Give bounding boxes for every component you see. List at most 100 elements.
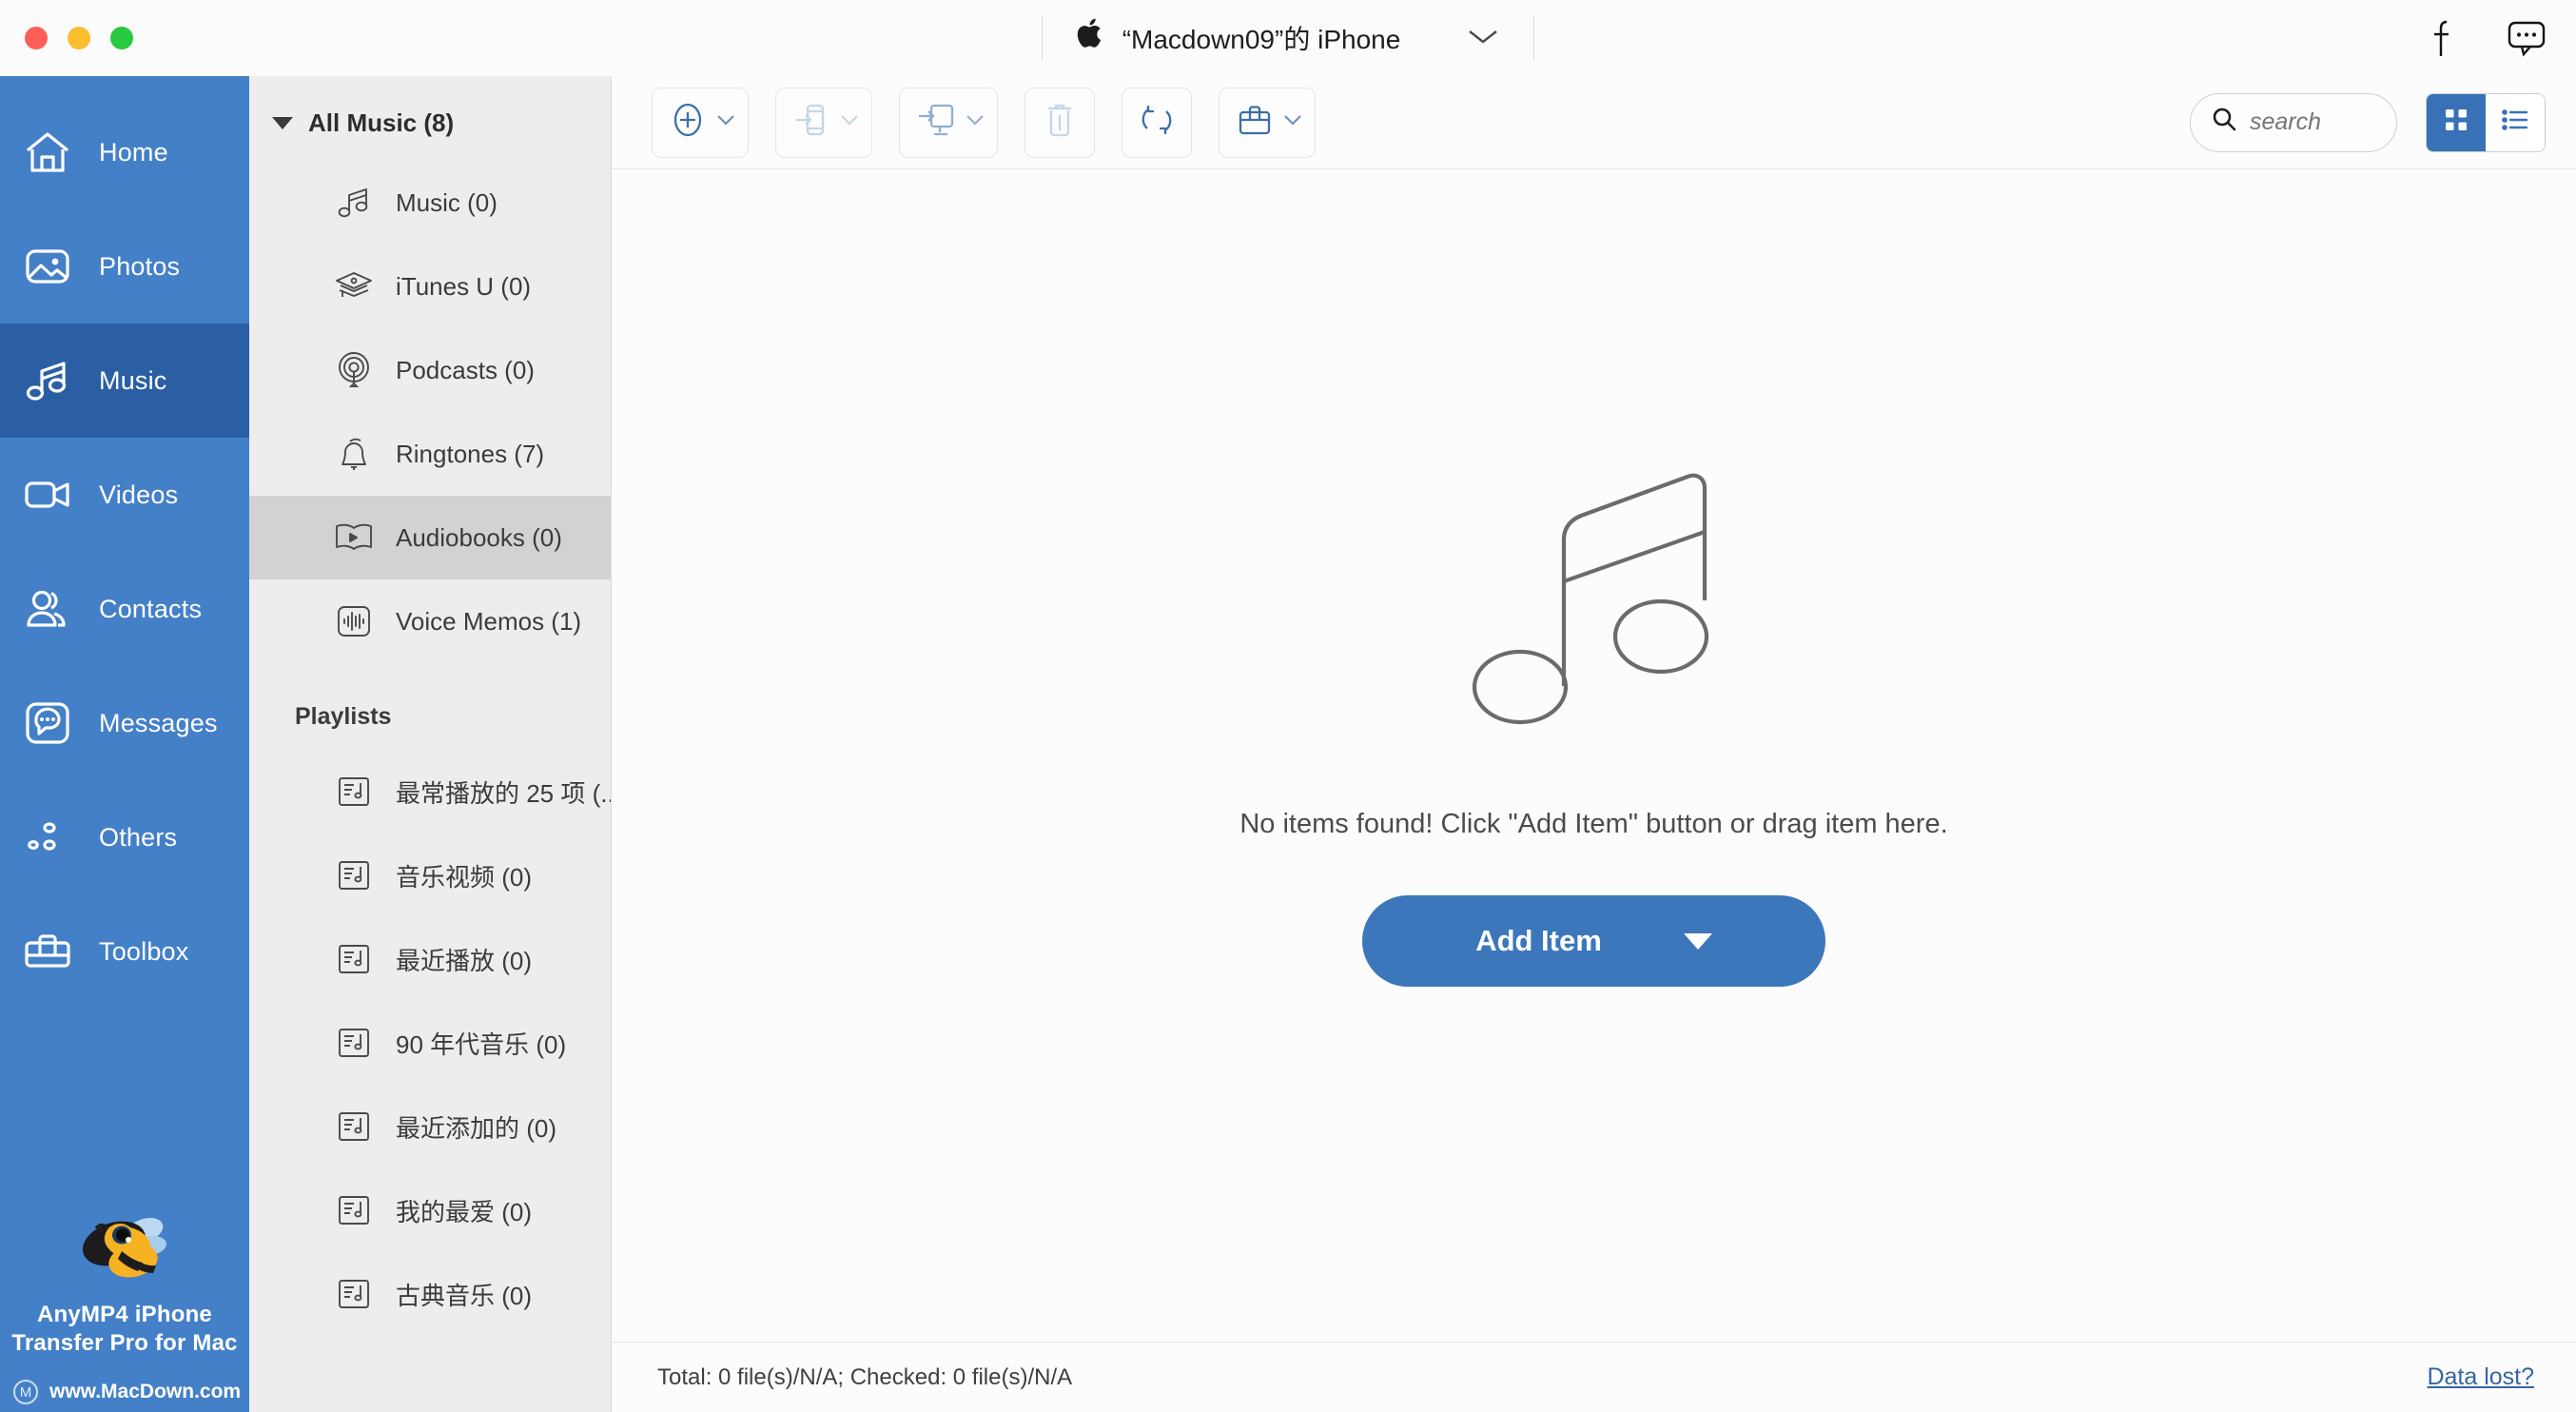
- brand-block: AnyMP4 iPhone Transfer Pro for Mac: [0, 1206, 249, 1359]
- bee-logo: [72, 1206, 177, 1293]
- playlist-icon: [333, 1189, 375, 1231]
- sidebar-item-messages[interactable]: Messages: [0, 666, 249, 780]
- waveform-icon: [333, 600, 375, 642]
- podcast-icon: [333, 349, 375, 391]
- bell-icon: [333, 433, 375, 475]
- list-item[interactable]: 最近播放 (0): [249, 917, 611, 1001]
- list-item[interactable]: 90 年代音乐 (0): [249, 1001, 611, 1085]
- category-item-audiobooks[interactable]: Audiobooks (0): [249, 496, 611, 579]
- list-item[interactable]: 古典音乐 (0): [249, 1252, 611, 1336]
- data-lost-link[interactable]: Data lost?: [2427, 1363, 2534, 1391]
- sidebar-item-label: Others: [99, 822, 178, 852]
- playlist-icon: [333, 938, 375, 980]
- category-item-podcasts[interactable]: Podcasts (0): [249, 328, 611, 412]
- sidebar-item-home[interactable]: Home: [0, 95, 249, 209]
- add-item-label: Add Item: [1475, 924, 1602, 957]
- facebook-icon[interactable]: [2422, 17, 2464, 59]
- delete-toolbar-button[interactable]: [1025, 87, 1095, 158]
- category-panel: All Music (8) Music (0) iTunes U (0) Pod…: [249, 76, 612, 1412]
- chevron-down-icon[interactable]: [839, 112, 860, 132]
- list-view-icon: [2500, 106, 2530, 139]
- sidebar-item-music[interactable]: Music: [0, 324, 249, 438]
- category-label: Audiobooks (0): [396, 522, 562, 552]
- playlist-label: 90 年代音乐 (0): [396, 1030, 567, 1059]
- refresh-toolbar-button[interactable]: [1122, 87, 1192, 158]
- playlist-icon: [333, 1273, 375, 1315]
- sidebar-item-others[interactable]: Others: [0, 780, 249, 894]
- plus-circle-icon: [666, 98, 710, 147]
- feedback-icon[interactable]: [2506, 17, 2547, 59]
- title-bar-actions: [2422, 0, 2547, 76]
- export-to-device-toolbar-button[interactable]: [775, 87, 872, 158]
- chevron-down-icon[interactable]: [1282, 112, 1303, 132]
- add-item-toolbar-button[interactable]: [652, 87, 749, 158]
- photos-icon: [21, 240, 74, 293]
- all-music-header[interactable]: All Music (8): [249, 76, 611, 161]
- brand-name: AnyMP4 iPhone Transfer Pro for Mac: [11, 1301, 237, 1359]
- window-body: Home Photos Music Videos Contacts Messag…: [0, 76, 2576, 1412]
- chevron-down-icon[interactable]: [965, 112, 986, 132]
- sidebar-item-photos[interactable]: Photos: [0, 209, 249, 324]
- device-selector[interactable]: “Macdown09”的 iPhone: [1043, 16, 1534, 60]
- triangle-down-icon[interactable]: [1683, 932, 1712, 950]
- video-camera-icon: [21, 468, 74, 521]
- caret-down-icon[interactable]: [272, 117, 293, 129]
- search-box[interactable]: [2190, 92, 2397, 152]
- grid-view-icon: [2442, 106, 2470, 139]
- playlist-label: 音乐视频 (0): [396, 862, 533, 892]
- sidebar-item-contacts[interactable]: Contacts: [0, 552, 249, 666]
- playlist-icon: [333, 771, 375, 813]
- site-credit: M www.MacDown.com: [0, 1380, 249, 1404]
- toolbar-buttons: [652, 87, 1316, 158]
- status-text: Total: 0 file(s)/N/A; Checked: 0 file(s)…: [657, 1363, 1073, 1390]
- chevron-down-icon[interactable]: [715, 112, 736, 132]
- sidebar-item-label: Music: [99, 365, 167, 395]
- export-to-mac-toolbar-button[interactable]: [899, 87, 998, 158]
- playlist-icon: [333, 854, 375, 896]
- toolbox-icon: [1233, 99, 1277, 146]
- music-note-outline-illustration: [1452, 458, 1737, 748]
- search-icon: [2210, 106, 2238, 139]
- sidebar-item-toolbox[interactable]: Toolbox: [0, 894, 249, 1009]
- category-label: Voice Memos (1): [396, 606, 582, 636]
- list-view-button[interactable]: [2486, 93, 2545, 151]
- list-item[interactable]: 最近添加的 (0): [249, 1085, 611, 1168]
- add-item-button[interactable]: Add Item: [1362, 895, 1825, 987]
- status-bar: Total: 0 file(s)/N/A; Checked: 0 file(s)…: [612, 1342, 2576, 1412]
- list-item[interactable]: 音乐视频 (0): [249, 833, 611, 917]
- chevron-down-icon[interactable]: [1467, 27, 1499, 50]
- others-dots-icon: [21, 811, 74, 864]
- empty-state-message: No items found! Click "Add Item" button …: [1239, 809, 1948, 839]
- list-item[interactable]: 我的最爱 (0): [249, 1168, 611, 1252]
- sidebar-item-label: Videos: [99, 480, 179, 509]
- category-item-ringtones[interactable]: Ringtones (7): [249, 412, 611, 496]
- sidebar-item-label: Toolbox: [99, 936, 189, 966]
- category-label: Podcasts (0): [396, 355, 535, 384]
- category-item-voice-memos[interactable]: Voice Memos (1): [249, 579, 611, 663]
- trash-icon: [1039, 98, 1081, 147]
- category-label: Music (0): [396, 187, 498, 217]
- category-item-music[interactable]: Music (0): [249, 161, 611, 245]
- playlist-icon: [333, 1022, 375, 1064]
- toolbox-toolbar-button[interactable]: [1219, 87, 1316, 158]
- all-music-label: All Music (8): [308, 108, 455, 137]
- graduation-cap-icon: [333, 265, 375, 307]
- grid-view-button[interactable]: [2427, 93, 2486, 151]
- sidebar-item-videos[interactable]: Videos: [0, 438, 249, 552]
- view-toggle: [2426, 92, 2546, 152]
- toolbox-icon: [21, 925, 74, 978]
- site-url: www.MacDown.com: [49, 1381, 242, 1402]
- brand-name-line2: Transfer Pro for Mac: [11, 1330, 238, 1357]
- sidebar-items: Home Photos Music Videos Contacts Messag…: [0, 76, 249, 1009]
- list-item[interactable]: 最常播放的 25 项 (...: [249, 750, 611, 833]
- home-icon: [21, 126, 74, 179]
- apple-logo-icon: [1077, 16, 1105, 56]
- search-input[interactable]: [2250, 108, 2377, 136]
- music-note-icon: [21, 354, 74, 407]
- refresh-icon: [1135, 98, 1179, 147]
- category-item-itunes-u[interactable]: iTunes U (0): [249, 245, 611, 328]
- category-label: iTunes U (0): [396, 271, 532, 301]
- export-to-phone-icon: [790, 98, 833, 147]
- device-selector-wrap: “Macdown09”的 iPhone: [0, 0, 2576, 76]
- device-name: “Macdown09”的 iPhone: [1122, 25, 1401, 54]
